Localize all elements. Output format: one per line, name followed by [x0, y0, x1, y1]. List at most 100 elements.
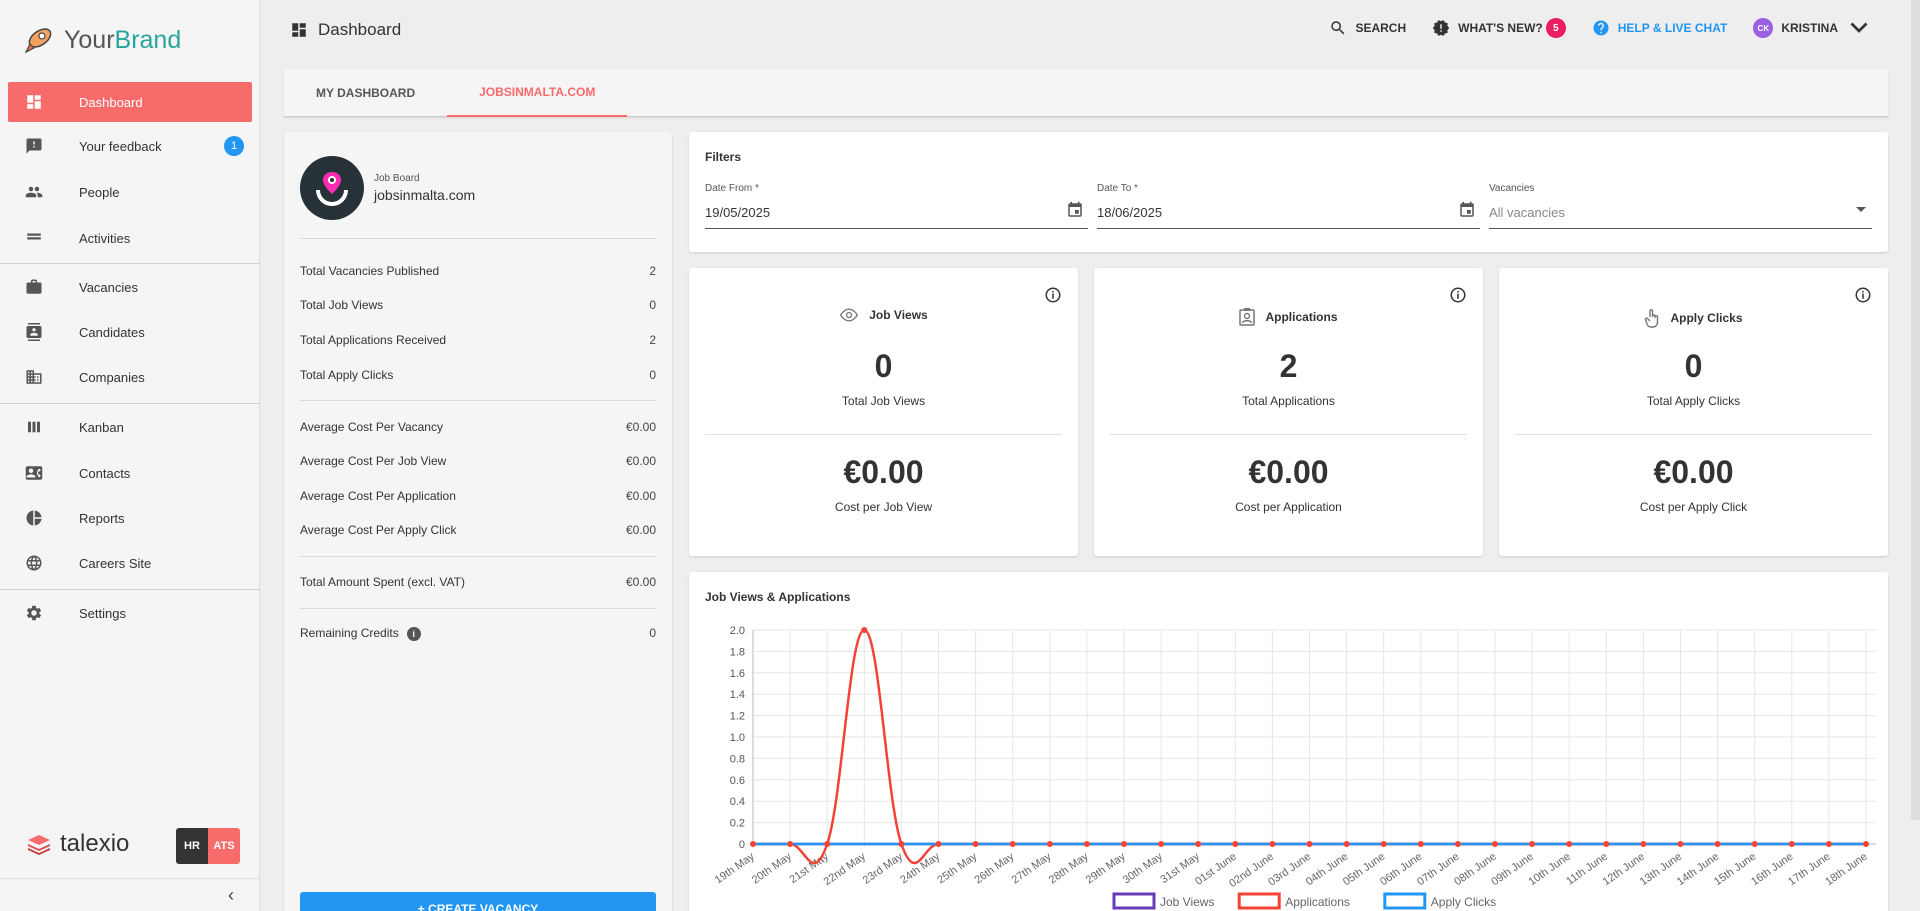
brand-name: YourBrand — [64, 25, 182, 54]
data-point — [1714, 841, 1721, 847]
sidebar-item-candidates[interactable]: Candidates — [8, 312, 252, 352]
user-menu[interactable]: CK KRISTINA — [1753, 18, 1876, 38]
data-point — [1009, 841, 1016, 847]
sidebar-item-vacancies[interactable]: Vacancies — [8, 267, 252, 307]
data-point — [1380, 841, 1387, 847]
page-scrollbar[interactable] — [1911, 0, 1920, 820]
vacancies-label: Vacancies — [1489, 183, 1535, 194]
tab-jobsinmalta[interactable]: JOBSINMALTA.COM — [447, 69, 628, 117]
sidebar-item-contacts[interactable]: Contacts — [8, 453, 252, 493]
sidebar-item-label: Kanban — [79, 419, 124, 435]
vacancies-select[interactable]: Vacancies All vacancies — [1489, 183, 1872, 229]
sidebar-item-companies[interactable]: Companies — [8, 357, 252, 397]
y-tick-label: 1.6 — [730, 668, 745, 680]
globe-icon — [24, 553, 44, 573]
cost-row: Average Cost Per Apply Click €0.00 — [300, 523, 656, 537]
product-switch[interactable]: HR ATS — [176, 828, 240, 864]
info-icon[interactable] — [1854, 286, 1872, 304]
stat-row: Total Vacancies Published 2 — [300, 264, 656, 278]
divider — [300, 400, 656, 401]
sidebar-item-dashboard[interactable]: Dashboard — [8, 82, 252, 122]
data-point — [1195, 841, 1202, 847]
date-to-value[interactable]: 18/06/2025 — [1097, 205, 1162, 220]
collapse-sidebar-button[interactable]: ‹ — [228, 885, 234, 906]
data-point — [1788, 841, 1795, 847]
help-label: HELP & LIVE CHAT — [1617, 21, 1728, 35]
dropdown-arrow-icon[interactable] — [1854, 205, 1868, 215]
help-live-chat-button[interactable]: HELP & LIVE CHAT — [1592, 19, 1728, 37]
data-point — [898, 841, 905, 847]
data-point — [1529, 841, 1536, 847]
y-tick-label: 0.6 — [730, 775, 745, 787]
sidebar-item-careers-site[interactable]: Careers Site — [8, 543, 252, 583]
job-board-header: Job Board jobsinmalta.com — [300, 156, 475, 220]
stat-row: Total Apply Clicks 0 — [300, 368, 656, 382]
stack-icon — [28, 835, 50, 855]
x-tick-label: 25th May — [935, 850, 979, 886]
candidates-icon — [24, 322, 44, 342]
cost-row: Average Cost Per Job View €0.00 — [300, 454, 656, 468]
divider — [300, 608, 656, 609]
y-tick-label: 1.4 — [730, 689, 745, 701]
sidebar-item-activities[interactable]: Activities — [8, 218, 252, 258]
legend-swatch — [1237, 892, 1281, 910]
data-point — [1454, 841, 1461, 847]
data-point — [1083, 841, 1090, 847]
help-icon — [1593, 20, 1609, 36]
data-point — [1232, 841, 1239, 847]
date-from-field[interactable]: Date From * 19/05/2025 — [705, 183, 1088, 229]
x-tick-label: 19th May — [713, 850, 757, 886]
cost-row: Average Cost Per Vacancy €0.00 — [300, 420, 656, 434]
metric-title: Applications — [1265, 310, 1338, 324]
date-to-field[interactable]: Date To * 18/06/2025 — [1097, 183, 1480, 229]
data-point — [1417, 841, 1424, 847]
job-views-card: Job Views 0 Total Job Views €0.00 Cost p… — [689, 268, 1078, 556]
info-icon[interactable]: i — [406, 627, 421, 641]
calendar-icon[interactable] — [1458, 201, 1476, 219]
date-from-value[interactable]: 19/05/2025 — [705, 205, 770, 220]
brand-logo[interactable]: YourBrand — [0, 0, 259, 80]
hr-switch[interactable]: HR — [176, 828, 208, 864]
tab-my-dashboard[interactable]: MY DASHBOARD — [284, 69, 447, 117]
create-vacancy-button[interactable]: + CREATE VACANCY — [300, 892, 656, 911]
sidebar-item-settings[interactable]: Settings — [8, 593, 252, 633]
legend-swatch — [1112, 892, 1156, 910]
divider — [705, 434, 1062, 435]
info-icon[interactable] — [1449, 286, 1467, 304]
sidebar-item-reports[interactable]: Reports — [8, 498, 252, 538]
vacancies-placeholder[interactable]: All vacancies — [1489, 205, 1565, 220]
data-point — [1046, 841, 1053, 847]
sidebar-item-label: Careers Site — [79, 555, 152, 571]
sidebar-divider — [0, 263, 260, 264]
metric-header: Applications — [1094, 308, 1483, 326]
metric-header: Apply Clicks — [1499, 308, 1888, 328]
sidebar-item-label: Settings — [79, 605, 126, 621]
info-icon[interactable] — [1044, 286, 1062, 304]
divider — [1515, 434, 1872, 435]
sidebar-item-label: Companies — [79, 369, 145, 385]
calendar-icon[interactable] — [1066, 201, 1084, 219]
job-board-label: Job Board — [374, 173, 420, 184]
feedback-badge: 1 — [224, 136, 244, 156]
talexio-name: talexio — [60, 830, 130, 857]
building-icon — [24, 367, 44, 387]
data-point — [1343, 841, 1350, 847]
stat-row: Total Applications Received 2 — [300, 333, 656, 347]
chart-card: Job Views & Applications 2.0 1.8 1.6 1.4 1.2… — [689, 572, 1888, 911]
top-actions: SEARCH WHAT'S NEW? 5 HELP & LIVE CHAT CK… — [1303, 18, 1876, 38]
data-point — [861, 627, 868, 633]
metric-cost: €0.00 — [843, 454, 924, 490]
pie-chart-icon — [24, 508, 44, 528]
sidebar-item-people[interactable]: People — [8, 172, 252, 212]
applications-icon — [1239, 308, 1256, 326]
applications-card: Applications 2 Total Applications €0.00 … — [1094, 268, 1483, 556]
sidebar-item-feedback[interactable]: Your feedback 1 — [8, 126, 252, 166]
search-button[interactable]: SEARCH — [1329, 19, 1406, 37]
y-tick-label: 1.8 — [730, 646, 745, 658]
ats-switch[interactable]: ATS — [208, 828, 240, 864]
whats-new-button[interactable]: WHAT'S NEW? 5 — [1432, 18, 1566, 38]
x-tick-label: 29th May — [1084, 850, 1128, 886]
sidebar-item-kanban[interactable]: Kanban — [8, 407, 252, 447]
y-tick-label: 1.0 — [730, 732, 745, 744]
x-tick-label: 10th June — [1526, 851, 1572, 889]
